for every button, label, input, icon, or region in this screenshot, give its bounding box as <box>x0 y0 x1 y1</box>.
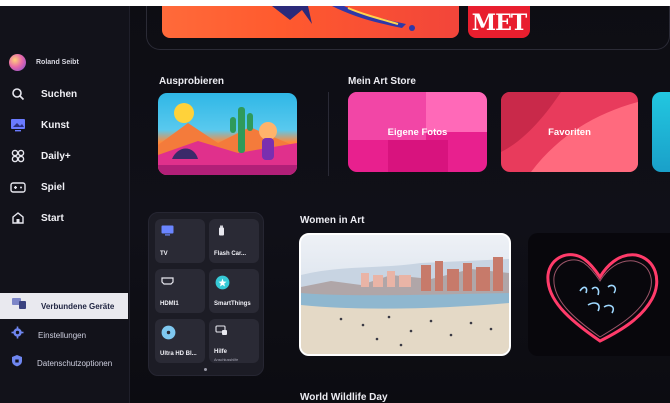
device-tile-help[interactable]: Hilfe Anschlusshilfe <box>209 319 259 363</box>
store-card-favoriten[interactable]: Favoriten <box>501 92 638 172</box>
nav-label: Start <box>41 212 64 224</box>
nav-item-settings[interactable]: Einstellungen <box>0 322 128 348</box>
device-sublabel: Anschlusshilfe <box>214 358 239 362</box>
shield-icon <box>11 354 23 372</box>
device-tile-tv[interactable]: TV <box>155 219 205 263</box>
tv-home-screen: Roland Seibt Suchen Kunst Daily+ Spiel S… <box>0 0 670 403</box>
ausprobieren-artwork[interactable] <box>158 93 297 175</box>
device-label: Ultra HD Bl... <box>160 351 197 357</box>
nav-item-connected-devices[interactable]: Verbundene Geräte <box>0 293 128 319</box>
device-label: HDMI1 <box>160 301 179 307</box>
store-card-eigene-fotos[interactable]: Eigene Fotos <box>348 92 487 172</box>
device-label: TV <box>160 251 168 257</box>
hdmi-icon <box>161 277 174 285</box>
avatar[interactable] <box>9 54 26 71</box>
met-logo-tile[interactable]: MET <box>468 6 530 38</box>
nav-item-home[interactable]: Start <box>9 208 64 228</box>
usb-icon <box>219 225 224 236</box>
section-title-ausprobieren: Ausprobieren <box>159 76 225 87</box>
nav-label: Einstellungen <box>38 330 87 340</box>
nav-item-search[interactable]: Suchen <box>9 84 77 104</box>
device-label: SmartThings <box>214 301 251 307</box>
section-title-women-in-art: Women in Art <box>300 215 365 226</box>
page-indicator-dot <box>204 368 207 371</box>
nav-item-daily-plus[interactable]: Daily+ <box>9 146 71 166</box>
art-icon <box>9 116 27 134</box>
bluray-icon <box>161 325 176 340</box>
connected-devices-panel: TV Flash Car... HDMI1 SmartThings Ultra … <box>148 212 264 376</box>
nav-item-art[interactable]: Kunst <box>9 115 69 135</box>
device-label: Hilfe <box>214 349 228 355</box>
device-label: Flash Car... <box>214 251 247 257</box>
sidebar: Roland Seibt Suchen Kunst Daily+ Spiel S… <box>0 6 130 403</box>
nav-item-game[interactable]: Spiel <box>9 177 65 197</box>
nav-label: Suchen <box>41 88 78 100</box>
game-icon <box>9 178 27 196</box>
nav-label: Kunst <box>41 119 70 131</box>
nav-label: Datenschutzoptionen <box>37 358 113 368</box>
store-card-label: Eigene Fotos <box>387 126 448 138</box>
nav-label: Verbundene Geräte <box>41 301 115 311</box>
women-in-art-artwork[interactable] <box>299 233 511 356</box>
daily-plus-icon <box>9 147 27 165</box>
section-title-wildlife: World Wildlife Day <box>300 392 388 403</box>
search-icon <box>9 85 27 103</box>
gear-icon <box>11 326 24 344</box>
profile[interactable]: Roland Seibt <box>9 54 79 71</box>
section-divider <box>328 92 329 176</box>
help-icon <box>215 325 227 335</box>
artwork-tile[interactable] <box>162 6 459 38</box>
store-card-partial[interactable] <box>652 92 670 172</box>
smartthings-icon <box>215 275 230 290</box>
device-tile-smartthings[interactable]: SmartThings <box>209 269 259 313</box>
store-card-label: Favoriten <box>548 126 591 138</box>
profile-name: Roland Seibt <box>36 59 79 66</box>
section-title-art-store: Mein Art Store <box>348 76 416 87</box>
tv-icon <box>161 225 174 236</box>
device-tile-ultra-hd-bluray[interactable]: Ultra HD Bl... <box>155 319 205 363</box>
neon-heart-artwork[interactable] <box>528 233 670 356</box>
home-icon <box>9 209 27 227</box>
device-tile-flash-card[interactable]: Flash Car... <box>209 219 259 263</box>
nav-item-privacy[interactable]: Datenschutzoptionen <box>0 350 128 376</box>
nav-label: Daily+ <box>41 150 71 162</box>
device-tile-hdmi1[interactable]: HDMI1 <box>155 269 205 313</box>
met-logo: MET <box>471 10 527 36</box>
nav-label: Spiel <box>41 181 65 193</box>
devices-icon <box>11 297 27 315</box>
